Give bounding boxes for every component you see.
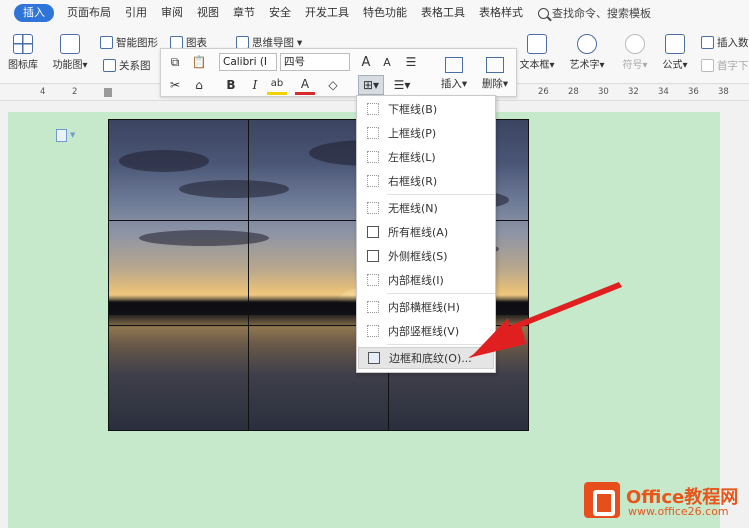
office-logo — [584, 482, 620, 518]
annotation-arrow — [468, 282, 622, 358]
watermark-url: www.office26.com — [628, 505, 729, 518]
